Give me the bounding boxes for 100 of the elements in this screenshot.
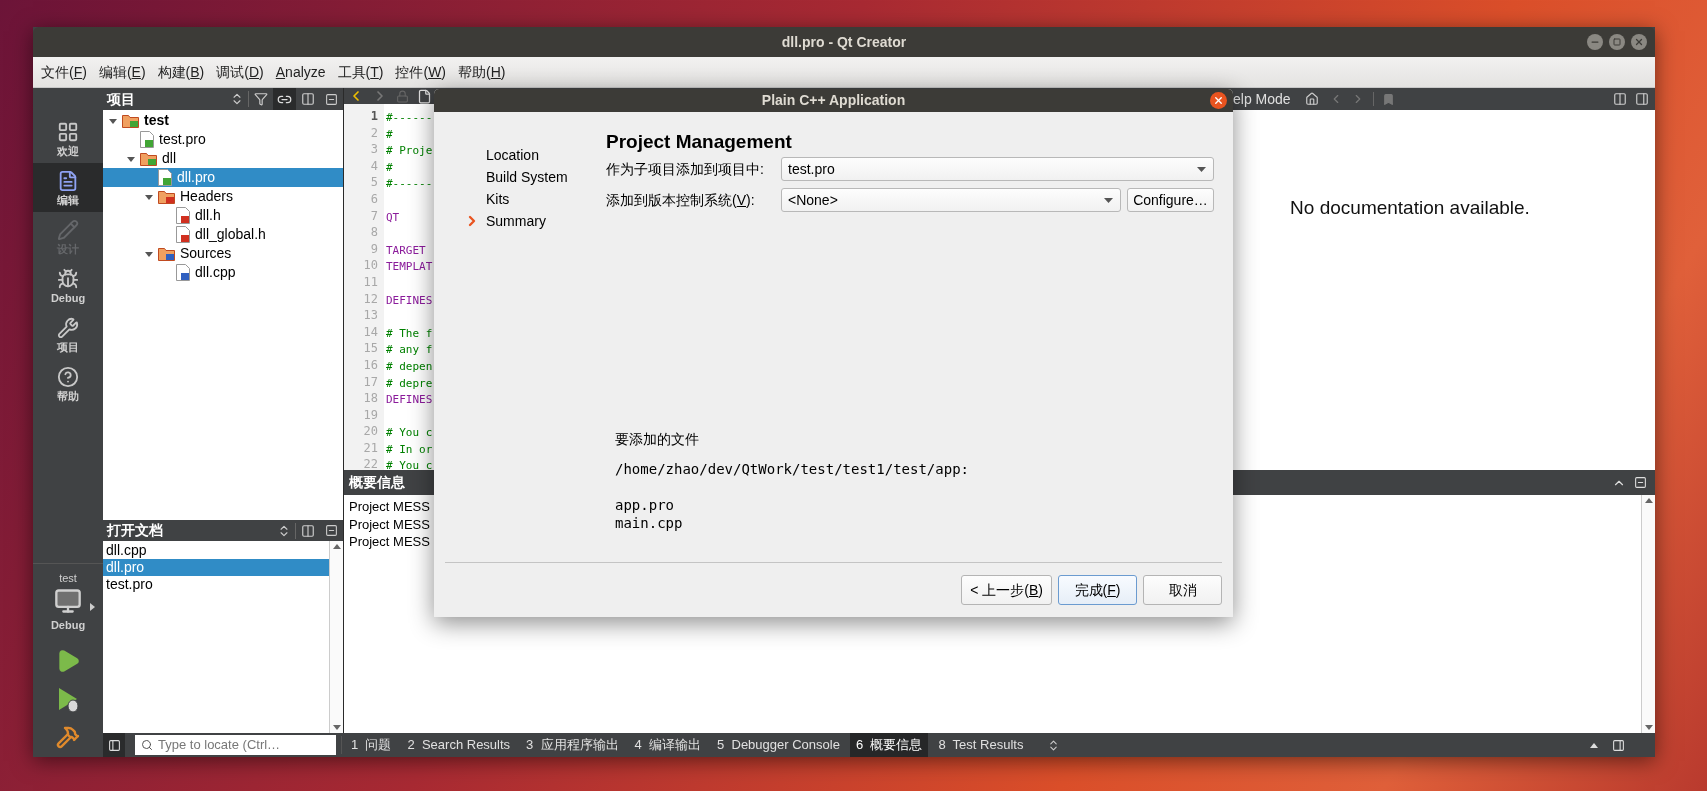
line-number: 7: [369, 207, 379, 225]
mode-button[interactable]: 项目: [33, 310, 103, 359]
dialog-button[interactable]: 完成(F): [1058, 575, 1137, 605]
scroll-up-icon[interactable]: [1644, 498, 1653, 503]
locate-field[interactable]: Type to locate (Ctrl…: [135, 735, 336, 755]
code-line: # depre: [386, 376, 433, 390]
split-icon[interactable]: [301, 523, 315, 538]
close-sidebar-icon[interactable]: [1635, 92, 1649, 106]
home-icon[interactable]: [1304, 92, 1319, 106]
expanded-arrow-icon[interactable]: [145, 192, 153, 201]
tree-item[interactable]: test.pro: [103, 130, 343, 149]
menu-item[interactable]: 控件(W): [389, 57, 453, 87]
code-line: DEFINES: [386, 293, 433, 307]
expanded-arrow-icon[interactable]: [109, 116, 117, 125]
output-tab[interactable]: 8 Test Results: [932, 733, 1030, 757]
line-number: 6: [369, 190, 379, 208]
split-icon[interactable]: [301, 92, 315, 106]
close-panel-icon[interactable]: [325, 92, 338, 106]
tree-item[interactable]: dll.pro: [103, 168, 343, 187]
filter-icon[interactable]: [254, 92, 268, 106]
wizard-step: Summary: [464, 210, 606, 232]
header-file-icon: [176, 207, 190, 224]
target-selector[interactable]: Debug: [42, 586, 94, 633]
up-arrow-icon[interactable]: [1590, 742, 1598, 748]
scrollbar[interactable]: [1641, 495, 1655, 733]
tree-item[interactable]: dll_global.h: [103, 225, 343, 244]
project-folder-icon: [140, 151, 157, 166]
scroll-up-icon[interactable]: [332, 544, 341, 549]
sidebar-toggle[interactable]: [103, 733, 125, 757]
wizard-step: Build System: [464, 166, 606, 188]
mode-button[interactable]: Debug: [33, 261, 103, 310]
code-line: #------: [386, 177, 433, 191]
mode-button[interactable]: 编辑: [33, 163, 103, 212]
code-line: # Proje: [386, 144, 433, 158]
line-number: 8: [369, 224, 379, 241]
menu-item[interactable]: 编辑(E): [92, 57, 152, 87]
mode-button[interactable]: 帮助: [33, 359, 103, 408]
minimize-button[interactable]: [1587, 34, 1603, 50]
code-line: #------: [386, 111, 433, 124]
menu-item[interactable]: 帮助(H): [452, 57, 512, 87]
menu-item[interactable]: Analyze: [269, 57, 332, 87]
close-icon: [1634, 37, 1644, 47]
scrollbar[interactable]: [329, 541, 343, 733]
files-title: 要添加的文件: [615, 430, 700, 449]
document-item[interactable]: test.pro: [103, 576, 329, 593]
output-tab[interactable]: 2 Search Results: [401, 733, 517, 757]
scroll-down-icon[interactable]: [332, 725, 341, 730]
expanded-arrow-icon[interactable]: [127, 154, 135, 163]
output-tab[interactable]: 6 概要信息: [849, 733, 929, 757]
project-file-icon: [140, 131, 154, 148]
project-file-icon: [158, 169, 172, 186]
mode-button[interactable]: 欢迎: [33, 114, 103, 163]
tree-item[interactable]: test: [103, 111, 343, 130]
split-icon[interactable]: [1613, 92, 1627, 106]
output-line: Project MESS: [349, 533, 430, 551]
document-item[interactable]: dll.cpp: [103, 542, 329, 559]
close-pane-icon[interactable]: [1634, 476, 1647, 489]
tree-item[interactable]: dll.h: [103, 206, 343, 225]
file-name: main.cpp: [615, 514, 683, 532]
output-tab[interactable]: 5 Debugger Console: [711, 733, 846, 757]
menu-item[interactable]: 文件(F): [35, 57, 93, 87]
panel-icon[interactable]: [1612, 738, 1625, 752]
monitor-icon: [54, 586, 82, 615]
tree-item[interactable]: Headers: [103, 187, 343, 206]
close-icon: [1213, 95, 1224, 106]
line-number: 18: [362, 390, 379, 407]
source-file-icon: [176, 264, 190, 281]
maximize-button[interactable]: [1609, 34, 1625, 50]
line-number: 5: [369, 174, 379, 191]
configure-button[interactable]: Configure…: [1127, 188, 1214, 212]
expanded-arrow-icon[interactable]: [145, 249, 153, 258]
menu-item[interactable]: 调试(D): [210, 57, 270, 87]
dropdown[interactable]: test.pro: [781, 157, 1214, 181]
document-item[interactable]: dll.pro: [103, 559, 329, 576]
scroll-down-icon[interactable]: [1644, 725, 1653, 730]
code-line: # You c: [386, 426, 433, 440]
code-line: # depen: [386, 359, 433, 373]
menu-item[interactable]: 工具(T): [331, 57, 390, 87]
project-name: test: [59, 571, 77, 586]
tree-item[interactable]: dll: [103, 149, 343, 168]
output-tab[interactable]: 1 问题: [345, 733, 398, 757]
dropdown[interactable]: <None>: [781, 188, 1121, 212]
dialog-button[interactable]: < 上一步(B): [961, 575, 1052, 605]
tree-item[interactable]: Sources: [103, 244, 343, 263]
code-line: # The f: [386, 326, 433, 340]
dropdown-arrow-icon: [1197, 166, 1206, 172]
sidebar-icon: [107, 738, 121, 752]
output-tab[interactable]: 4 编译输出: [628, 733, 708, 757]
window-title: dll.pro - Qt Creator: [781, 32, 907, 52]
dialog-button[interactable]: 取消: [1143, 575, 1222, 605]
line-number: 11: [362, 273, 379, 291]
close-panel-icon[interactable]: [325, 524, 338, 537]
menu-item[interactable]: 构建(B): [151, 57, 211, 87]
output-line: Project MESS: [349, 498, 430, 516]
tree-item[interactable]: dll.cpp: [103, 263, 343, 282]
line-number: 20: [362, 423, 379, 440]
sync-toggle[interactable]: [273, 88, 296, 110]
search-icon: [141, 739, 153, 751]
output-tab[interactable]: 3 应用程序输出: [520, 733, 625, 757]
close-button[interactable]: [1210, 92, 1227, 109]
